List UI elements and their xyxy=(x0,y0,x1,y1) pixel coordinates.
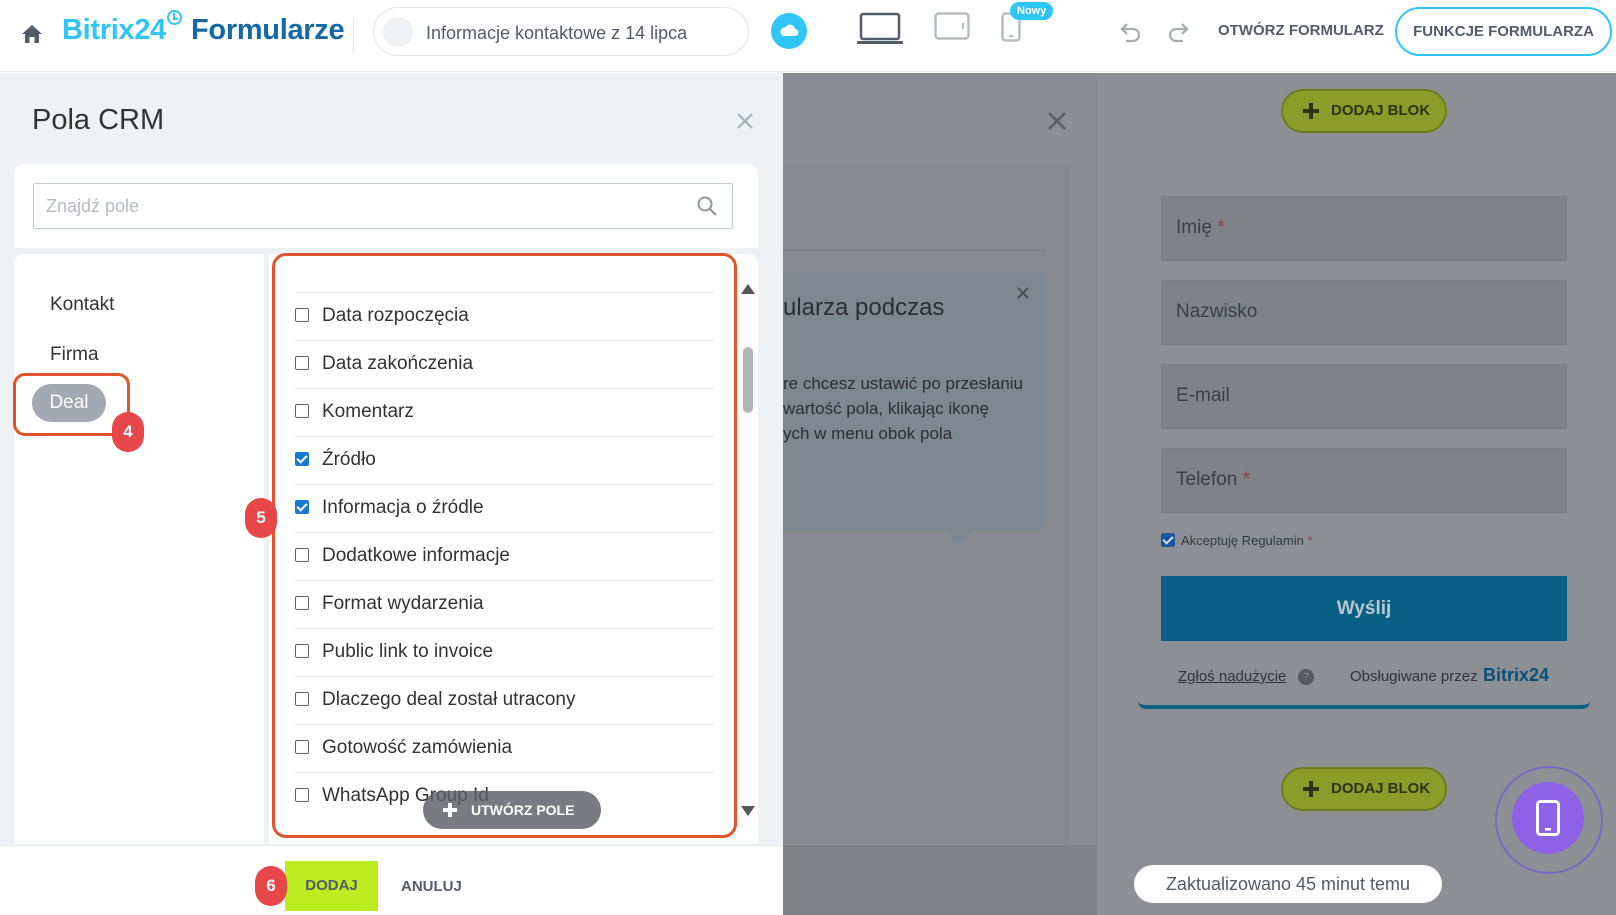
plus-icon xyxy=(1303,781,1319,797)
panel-title: Pola CRM xyxy=(32,104,165,136)
preview-send-button[interactable]: Wyślij xyxy=(1161,576,1567,641)
cloud-icon xyxy=(780,24,799,36)
scroll-down-arrow[interactable] xyxy=(741,806,755,816)
divider xyxy=(353,18,354,52)
add-block-button-top[interactable]: DODAJ BLOK xyxy=(1281,89,1447,133)
tablet-view-icon[interactable] xyxy=(934,12,970,40)
preview-footer: Zgłoś nadużycie ? Obsługiwane przez Bitr… xyxy=(1138,660,1590,709)
divider xyxy=(783,250,1045,251)
open-form-link[interactable]: OTWÓRZ FORMULARZ xyxy=(1218,22,1384,39)
powered-by-text: Obsługiwane przez xyxy=(1350,668,1478,685)
preview-field-phone[interactable]: Telefon * xyxy=(1161,448,1567,513)
form-name-field[interactable]: Informacje kontaktowe z 14 lipca xyxy=(373,7,749,56)
add-button[interactable]: DODAJ xyxy=(285,861,378,911)
hint-close-icon[interactable] xyxy=(1016,286,1030,300)
scroll-up-arrow[interactable] xyxy=(741,284,755,294)
settings-footer-dimmed xyxy=(783,845,1096,915)
home-icon[interactable] xyxy=(20,22,44,46)
preview-field-email[interactable]: E-mail xyxy=(1161,364,1567,429)
search-icon[interactable] xyxy=(696,195,718,217)
step-badge-5: 5 xyxy=(245,498,277,538)
plus-icon xyxy=(1303,103,1319,119)
step-badge-6: 6 xyxy=(255,866,287,906)
preview-consent[interactable]: Akceptuję Regulamin * xyxy=(1161,533,1313,548)
hint-arrow xyxy=(942,528,974,546)
add-block-label: DODAJ BLOK xyxy=(1331,102,1431,119)
hint-title: ularza podczas xyxy=(783,294,945,321)
add-block-button-bottom[interactable]: DODAJ BLOK xyxy=(1281,767,1447,811)
form-image-icon xyxy=(383,17,413,47)
category-company[interactable]: Firma xyxy=(50,344,99,366)
clock-icon xyxy=(167,10,182,25)
phone-icon xyxy=(1536,800,1560,836)
updated-status: Zaktualizowano 45 minut temu xyxy=(1134,865,1442,903)
report-abuse-link[interactable]: Zgłoś nadużycie xyxy=(1178,668,1286,685)
cancel-button[interactable]: ANULUJ xyxy=(401,878,462,895)
mobile-preview-button[interactable] xyxy=(1512,782,1584,854)
redo-icon[interactable] xyxy=(1166,20,1192,46)
highlight-field-list xyxy=(272,253,737,838)
panel-footer xyxy=(0,845,783,915)
top-bar: Bitrix24 Formularze Informacje kontaktowe… xyxy=(0,0,1616,72)
powered-by-logo: Bitrix24 xyxy=(1483,665,1550,685)
app-logo[interactable]: Bitrix24 Formularze xyxy=(62,10,345,47)
category-list xyxy=(14,254,264,844)
consent-checkbox[interactable] xyxy=(1161,533,1175,547)
form-features-button[interactable]: FUNKCJE FORMULARZA xyxy=(1395,7,1612,56)
preview-field-last-name[interactable]: Nazwisko xyxy=(1161,280,1567,345)
category-contact[interactable]: Kontakt xyxy=(50,294,114,316)
add-block-label: DODAJ BLOK xyxy=(1331,780,1431,797)
step-badge-4: 4 xyxy=(112,412,144,452)
preview-field-first-name[interactable]: Imię * xyxy=(1161,196,1567,261)
close-icon[interactable] xyxy=(1046,110,1068,132)
help-icon[interactable]: ? xyxy=(1298,669,1314,685)
close-icon[interactable] xyxy=(736,112,754,130)
scrollbar-thumb[interactable] xyxy=(743,347,753,413)
hint-text: re chcesz ustawić po przesłaniu wartość … xyxy=(783,374,1024,443)
undo-icon[interactable] xyxy=(1117,20,1143,46)
search-input[interactable] xyxy=(33,183,733,229)
desktop-view-icon[interactable] xyxy=(856,12,904,46)
cloud-save-button[interactable] xyxy=(771,13,807,49)
new-badge: Nowy xyxy=(1010,2,1054,20)
